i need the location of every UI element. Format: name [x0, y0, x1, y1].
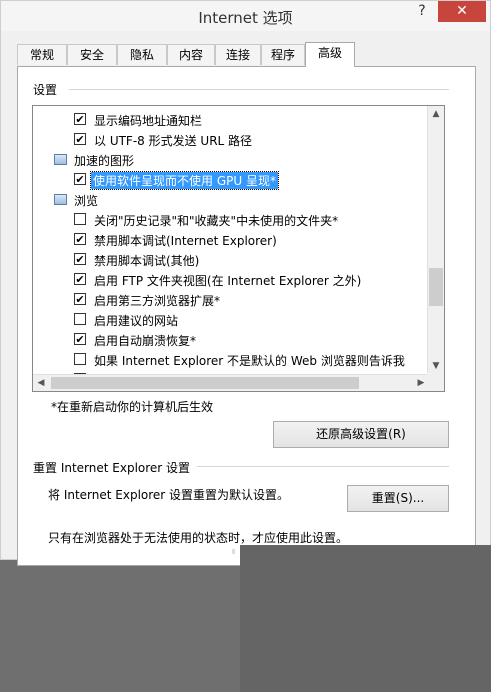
tab-content[interactable]: 内容 [167, 44, 215, 65]
settings-tree[interactable]: ✔ 显示编码地址通知栏 ✔ 以 UTF-8 形式发送 URL 路径 加速的图形 … [32, 105, 445, 392]
setting-label: 启用自动崩溃恢复* [94, 334, 197, 348]
title-bar: Internet 选项 ? ✕ [1, 1, 490, 31]
setting-label-selected: 使用软件呈现而不使用 GPU 呈现* [90, 171, 279, 190]
tab-connections[interactable]: 连接 [215, 44, 261, 65]
horizontal-scrollbar[interactable]: ◀ ▶ [33, 374, 429, 391]
tab-advanced[interactable]: 高级 [305, 42, 355, 67]
scroll-down-icon[interactable]: ▼ [428, 358, 444, 374]
settings-divider [69, 89, 449, 90]
restore-advanced-settings-button[interactable]: 还原高级设置(R) [273, 421, 449, 448]
checkbox[interactable]: ✔ [74, 253, 86, 265]
checkbox[interactable]: ✔ [74, 133, 86, 145]
category-label: 浏览 [74, 194, 99, 208]
internet-options-window: Internet 选项 ? ✕ 常规 安全 隐私 内容 连接 程序 高级 设置 … [0, 0, 491, 566]
tab-privacy[interactable]: 隐私 [117, 44, 167, 65]
checkbox[interactable]: ✔ [74, 293, 86, 305]
checkbox[interactable] [74, 353, 86, 365]
horizontal-scroll-thumb[interactable] [51, 377, 359, 389]
setting-label: 启用建议的网站 [94, 314, 179, 328]
checkbox[interactable]: ✔ [74, 333, 86, 345]
setting-label: 关闭"历史记录"和"收藏夹"中未使用的文件夹* [94, 214, 339, 228]
overlay-block [240, 545, 491, 692]
tab-general[interactable]: 常规 [17, 44, 67, 65]
category-label: 加速的图形 [74, 154, 135, 168]
setting-label: 如果 Internet Explorer 不是默认的 Web 浏览器则告诉我 [94, 354, 405, 368]
reset-note: 只有在浏览器处于无法使用的状态时，才应使用此设置。 [48, 531, 349, 545]
checkbox[interactable]: ✔ [74, 273, 86, 285]
overlay-marker [232, 549, 235, 554]
scroll-left-icon[interactable]: ◀ [33, 375, 49, 391]
reset-button[interactable]: 重置(S)... [347, 485, 449, 512]
checkbox[interactable] [74, 213, 86, 225]
scroll-up-icon[interactable]: ▲ [428, 106, 444, 122]
setting-label: 以 UTF-8 形式发送 URL 路径 [94, 134, 253, 148]
setting-label: 启用第三方浏览器扩展* [94, 294, 221, 308]
checkbox[interactable] [74, 313, 86, 325]
reset-divider [197, 466, 449, 467]
setting-label: 启用 FTP 文件夹视图(在 Internet Explorer 之外) [94, 274, 362, 288]
restart-note: *在重新启动你的计算机后生效 [51, 400, 214, 414]
vertical-scrollbar[interactable]: ▲ ▼ [427, 106, 444, 374]
reset-description: 将 Internet Explorer 设置重置为默认设置。 [48, 488, 290, 502]
browse-icon [54, 194, 67, 205]
setting-label: 显示编码地址通知栏 [94, 114, 203, 128]
setting-label: 禁用脚本调试(Internet Explorer) [94, 234, 277, 248]
graphics-icon [54, 154, 67, 165]
tab-security[interactable]: 安全 [67, 44, 117, 65]
setting-label: 禁用脚本调试(其他) [94, 254, 200, 268]
help-button[interactable]: ? [410, 3, 434, 23]
scrollbar-corner [427, 373, 444, 391]
vertical-scroll-thumb[interactable] [429, 268, 443, 306]
checkbox[interactable]: ✔ [74, 233, 86, 245]
checkbox[interactable]: ✔ [74, 173, 86, 185]
settings-group-label: 设置 [33, 83, 58, 97]
close-button[interactable]: ✕ [438, 1, 486, 22]
checkbox[interactable]: ✔ [74, 113, 86, 125]
reset-group-label: 重置 Internet Explorer 设置 [33, 461, 191, 475]
tab-programs[interactable]: 程序 [261, 44, 305, 65]
